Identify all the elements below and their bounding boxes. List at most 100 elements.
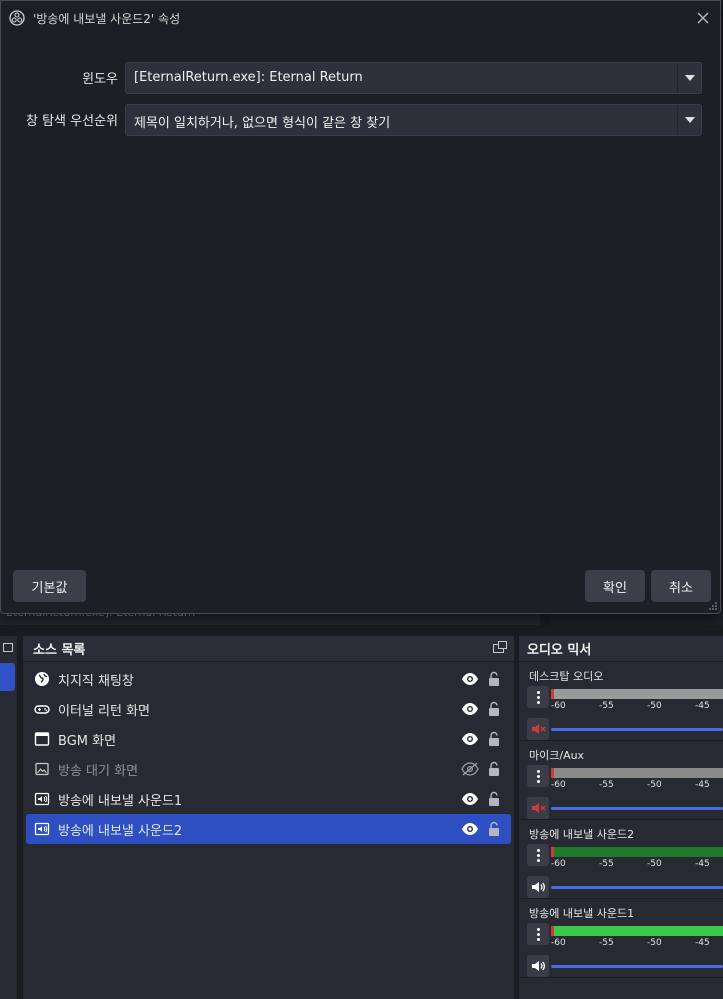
meter-tick-label: -55	[599, 780, 614, 790]
meter-tick-label: -60	[551, 701, 566, 711]
globe-icon	[34, 671, 50, 687]
speaker-muted-icon[interactable]	[527, 797, 549, 819]
sources-panel-title: 소스 목록	[33, 643, 86, 658]
eye-icon[interactable]	[461, 732, 479, 746]
source-item[interactable]: 방송 대기 화면	[26, 754, 511, 784]
priority-property-row: 창 탐색 우선순위 제목이 일치하거나, 없으면 형식이 같은 창 찾기	[1, 104, 722, 136]
speaker-icon[interactable]	[527, 955, 549, 977]
more-vertical-icon[interactable]	[527, 686, 549, 708]
audio-mixer-header: 오디오 믹서	[519, 636, 723, 662]
source-item[interactable]: BGM 화면	[26, 724, 511, 754]
source-item[interactable]: 방송에 내보낼 사운드1	[26, 784, 511, 814]
volume-slider[interactable]	[551, 886, 723, 889]
more-vertical-icon[interactable]	[527, 765, 549, 787]
unlock-icon[interactable]	[487, 701, 501, 717]
meter-tick-label: -45	[695, 859, 710, 869]
source-item[interactable]: 방송에 내보낼 사운드2	[26, 814, 511, 844]
window-select-value: [EternalReturn.exe]: Eternal Return	[134, 70, 363, 85]
mixer-channel-name: 데스크탑 오디오	[529, 670, 604, 683]
volume-meter	[551, 926, 723, 936]
priority-select[interactable]: 제목이 일치하거나, 없으면 형식이 같은 창 찾기	[125, 104, 702, 136]
meter-scale: -60 -55 -50 -45	[551, 780, 723, 794]
close-icon[interactable]	[696, 11, 710, 25]
ok-button[interactable]: 확인	[585, 570, 645, 602]
source-item-label: 방송에 내보낼 사운드2	[58, 823, 183, 839]
gamepad-icon	[34, 701, 50, 717]
mixer-channel: 방송에 내보낼 사운드2 -60 -55 -50 -45	[519, 820, 723, 899]
eye-icon[interactable]	[461, 702, 479, 716]
dialog-title: '방송에 내보낼 사운드2' 속성	[33, 11, 181, 26]
speaker-muted-icon[interactable]	[527, 718, 549, 740]
meter-tick-label: -55	[599, 859, 614, 869]
source-item[interactable]: 치지직 채팅창	[26, 664, 511, 694]
eye-icon[interactable]	[461, 672, 479, 686]
eye-icon[interactable]	[461, 792, 479, 806]
window-select[interactable]: [EternalReturn.exe]: Eternal Return	[125, 62, 702, 94]
window-icon	[34, 731, 50, 747]
mixer-channel-name: 마이크/Aux	[529, 749, 585, 762]
unlock-icon[interactable]	[487, 761, 501, 777]
unlock-icon[interactable]	[487, 821, 501, 837]
meter-scale: -60 -55 -50 -45	[551, 938, 723, 952]
mixer-channel: 방송에 내보낼 사운드1 -60 -55 -50 -45	[519, 899, 723, 978]
meter-tick-label: -50	[647, 701, 662, 711]
volume-meter	[551, 847, 723, 857]
dock-float-icon[interactable]	[3, 643, 13, 652]
source-list: 치지직 채팅창이터널 리턴 화면 BGM 화면방송 대기 화면방송에 내보낼 사운…	[23, 662, 514, 844]
mixer-channel-list: 데스크탑 오디오 -60 -55 -50 -45 마이크/Aux -60 -55 -50 -45 방…	[519, 662, 723, 978]
window-property-row: 윈도우 [EternalReturn.exe]: Eternal Return	[1, 62, 722, 94]
meter-tick-label: -55	[599, 701, 614, 711]
eye-slash-icon[interactable]	[461, 762, 479, 776]
window-label: 윈도우	[82, 72, 118, 87]
obs-logo-icon	[9, 10, 25, 26]
meter-tick-label: -60	[551, 859, 566, 869]
meter-scale: -60 -55 -50 -45	[551, 701, 723, 715]
dock-float-icon[interactable]	[493, 641, 507, 653]
cancel-button[interactable]: 취소	[651, 570, 711, 602]
meter-tick-label: -50	[647, 780, 662, 790]
chevron-down-icon[interactable]	[677, 105, 701, 135]
image-icon	[34, 761, 50, 777]
meter-tick-label: -45	[695, 780, 710, 790]
speaker-icon[interactable]	[527, 876, 549, 898]
unlock-icon[interactable]	[487, 731, 501, 747]
unlock-icon[interactable]	[487, 791, 501, 807]
chevron-down-icon[interactable]	[677, 63, 701, 93]
priority-select-value: 제목이 일치하거나, 없으면 형식이 같은 창 찾기	[134, 116, 391, 131]
mixer-channel: 데스크탑 오디오 -60 -55 -50 -45	[519, 662, 723, 741]
meter-tick-label: -45	[695, 701, 710, 711]
unlock-icon[interactable]	[487, 671, 501, 687]
defaults-button[interactable]: 기본값	[13, 570, 86, 602]
eye-icon[interactable]	[461, 822, 479, 836]
source-item-label: 이터널 리턴 화면	[58, 703, 150, 719]
meter-tick-label: -60	[551, 938, 566, 948]
meter-tick-label: -50	[647, 938, 662, 948]
resize-grip-icon[interactable]	[709, 602, 717, 610]
meter-tick-label: -60	[551, 780, 566, 790]
meter-tick-label: -50	[647, 859, 662, 869]
more-vertical-icon[interactable]	[527, 844, 549, 866]
volume-slider[interactable]	[551, 965, 723, 968]
mixer-channel: 마이크/Aux -60 -55 -50 -45	[519, 741, 723, 820]
volume-meter	[551, 768, 723, 778]
source-item[interactable]: 이터널 리턴 화면	[26, 694, 511, 724]
source-item-label: 치지직 채팅창	[58, 673, 134, 689]
mixer-channel-name: 방송에 내보낼 사운드1	[529, 907, 635, 920]
priority-label: 창 탐색 우선순위	[26, 114, 118, 129]
audio-mixer-title: 오디오 믹서	[527, 643, 592, 658]
volume-slider[interactable]	[551, 728, 723, 731]
volume-slider[interactable]	[551, 807, 723, 810]
meter-tick-label: -45	[695, 938, 710, 948]
sources-panel-header: 소스 목록	[23, 636, 514, 662]
properties-dialog: '방송에 내보낼 사운드2' 속성 윈도우 [EternalReturn.exe…	[0, 0, 721, 614]
meter-scale: -60 -55 -50 -45	[551, 859, 723, 873]
meter-tick-label: -55	[599, 938, 614, 948]
volume-meter	[551, 689, 723, 699]
audio-capture-icon	[34, 791, 50, 807]
more-vertical-icon[interactable]	[527, 923, 549, 945]
dialog-titlebar: '방송에 내보낼 사운드2' 속성	[1, 1, 720, 35]
scene-selected-indicator[interactable]	[0, 663, 15, 691]
mixer-channel-name: 방송에 내보낼 사운드2	[529, 828, 635, 841]
source-item-label: 방송 대기 화면	[58, 763, 139, 779]
audio-mixer-panel: 오디오 믹서 데스크탑 오디오 -60 -55 -50 -45 마이크/Aux -60 -55…	[519, 636, 723, 999]
